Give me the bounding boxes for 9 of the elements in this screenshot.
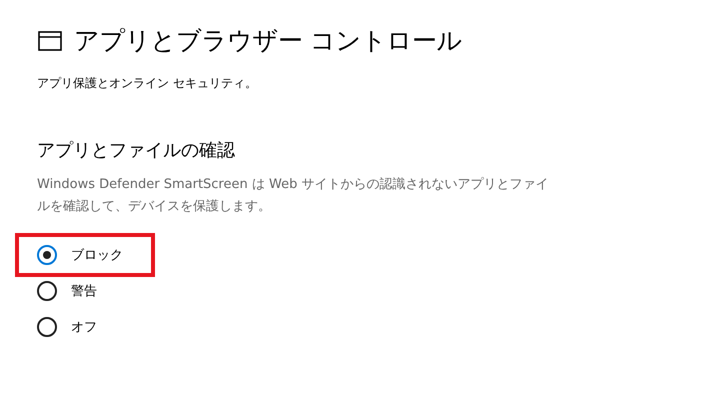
- radio-button[interactable]: [37, 281, 57, 301]
- section-description: Windows Defender SmartScreen は Web サイトからの認識されないアプリとファイルを確認して、デバイスを保護します。: [37, 176, 550, 216]
- radio-button[interactable]: [37, 317, 57, 337]
- page-subtitle: アプリ保護とオンライン セキュリティ。: [37, 75, 258, 92]
- section-heading: アプリとファイルの確認: [37, 139, 236, 162]
- window-icon: [38, 30, 62, 50]
- radio-option[interactable]: ブロック: [15, 233, 155, 277]
- page-title: アプリとブラウザー コントロール: [74, 25, 462, 57]
- radio-button[interactable]: [37, 245, 57, 265]
